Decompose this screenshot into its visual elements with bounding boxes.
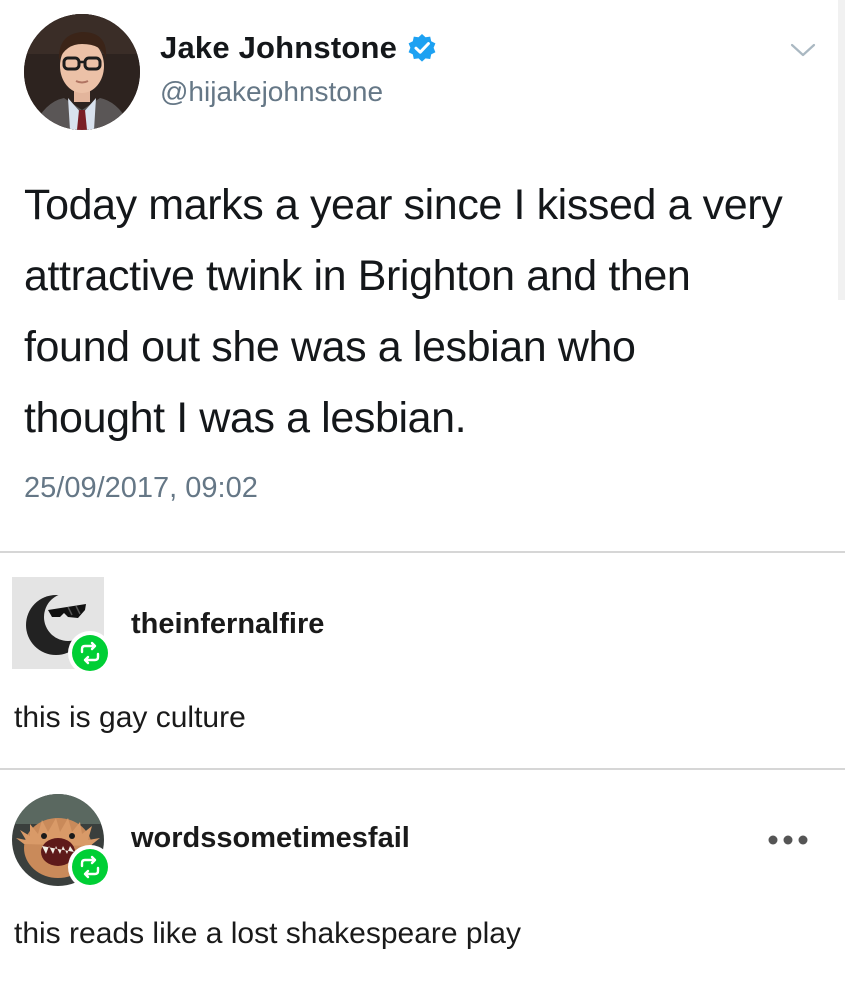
tweet-timestamp[interactable]: 25/09/2017, 09:02	[24, 472, 258, 505]
tweet-text-line: thought I was a lesbian.	[24, 394, 467, 442]
tweet-author-row: Jake Johnstone	[160, 30, 437, 66]
reblog-badge	[68, 631, 112, 675]
reblog-item: theinfernalfire this is gay culture	[0, 553, 845, 768]
reblog-icon	[80, 641, 100, 665]
embedded-tweet: Jake Johnstone @hijakejohnstone Today ma…	[0, 0, 845, 552]
tweet-body: Today marks a year since I kissed a very…	[24, 170, 824, 454]
reblog-comment: this is gay culture	[14, 701, 246, 734]
tweet-text-line: attractive twink in Brighton and then	[24, 252, 691, 300]
author-display-name[interactable]: Jake Johnstone	[160, 30, 397, 66]
reblog-icon	[80, 855, 100, 879]
reblogger-username[interactable]: wordssometimesfail	[131, 822, 410, 855]
reblog-item: wordssometimesfail this reads like a los…	[0, 770, 845, 1000]
tweet-text-line: found out she was a lesbian who	[24, 323, 636, 371]
scroll-edge	[838, 0, 845, 300]
reblog-comment: this reads like a lost shakespeare play	[14, 917, 521, 950]
chevron-down-icon[interactable]	[788, 40, 818, 60]
reblogger-username[interactable]: theinfernalfire	[131, 608, 324, 641]
reblog-badge	[68, 845, 112, 889]
author-handle[interactable]: @hijakejohnstone	[160, 76, 383, 108]
tweet-author-avatar[interactable]	[24, 14, 140, 130]
more-options-icon[interactable]	[767, 834, 809, 846]
verified-badge-icon	[408, 34, 436, 62]
tweet-text-line: Today marks a year since I kissed a very	[24, 181, 783, 229]
